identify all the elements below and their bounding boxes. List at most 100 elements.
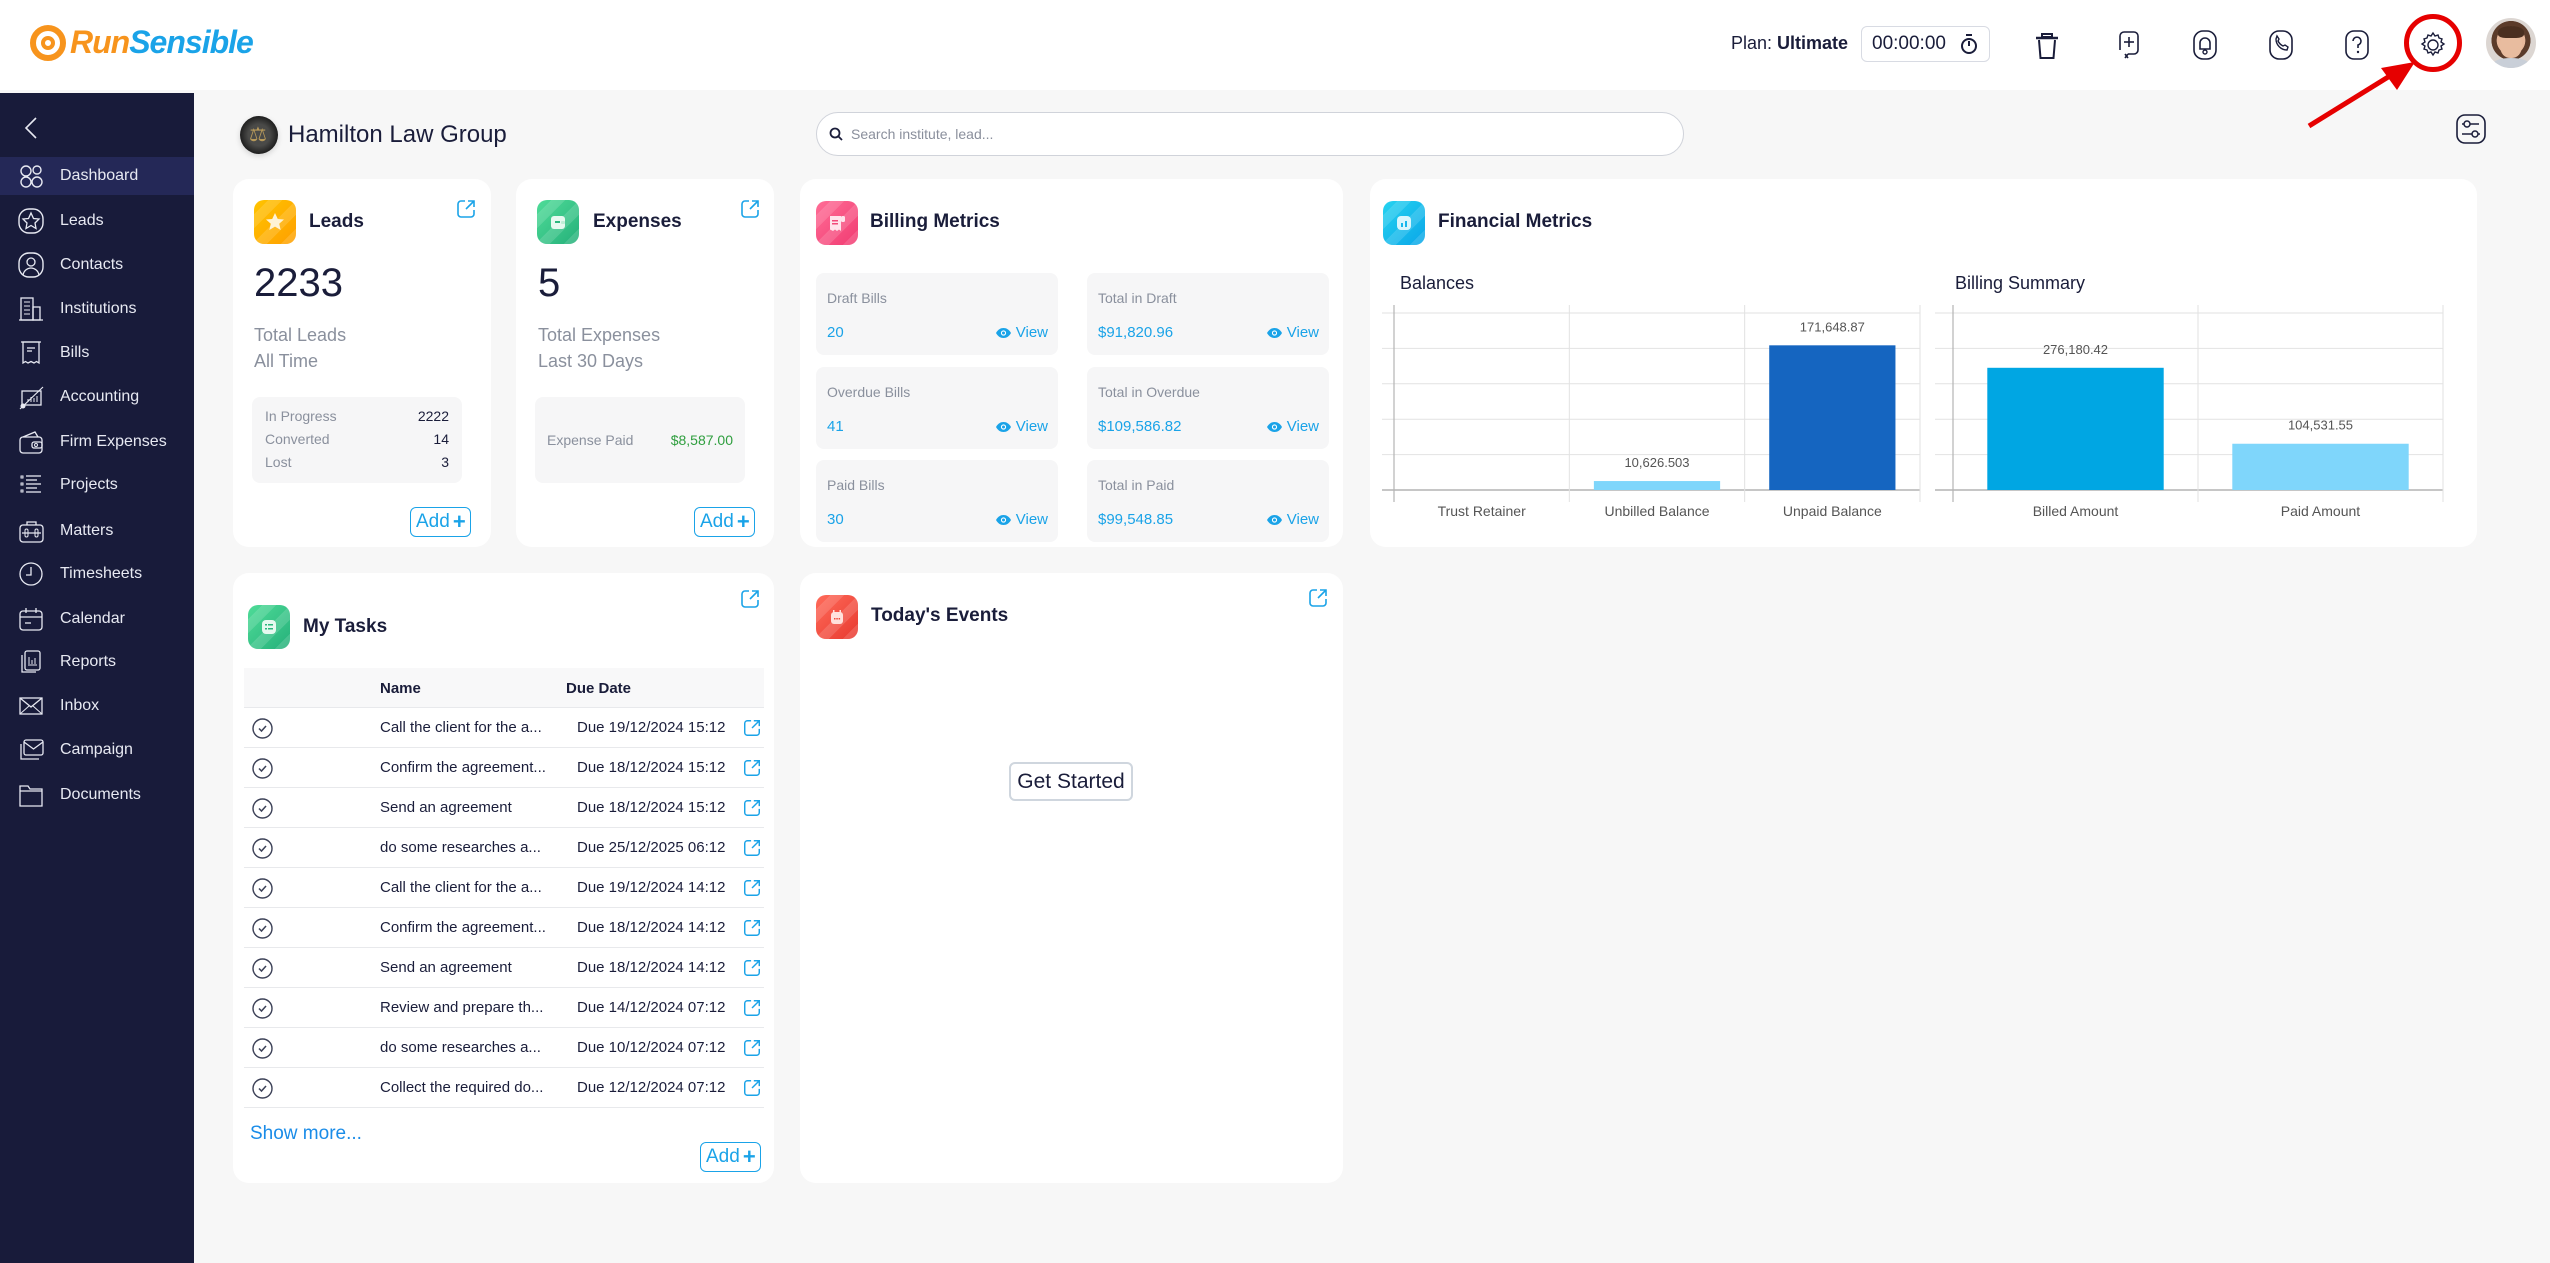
user-avatar[interactable] — [2486, 18, 2536, 68]
add-task-button-card[interactable]: Add + — [700, 1142, 761, 1172]
external-link-icon[interactable] — [742, 718, 762, 738]
leads-card-icon — [254, 200, 296, 244]
external-link-icon[interactable] — [742, 838, 762, 858]
task-row[interactable]: Send an agreement Due 18/12/2024 15:12 — [244, 788, 764, 828]
add-lead-button[interactable]: Add + — [410, 507, 471, 537]
tasks-open-link[interactable] — [739, 588, 761, 610]
runsensible-logo[interactable]: RunSensible — [30, 24, 254, 61]
wallet-icon — [16, 427, 46, 457]
task-row[interactable]: Send an agreement Due 18/12/2024 14:12 — [244, 948, 764, 988]
complete-task-icon[interactable] — [252, 798, 273, 819]
external-link-icon[interactable] — [742, 1038, 762, 1058]
external-link-icon[interactable] — [742, 998, 762, 1018]
sidebar-item-leads[interactable]: Leads — [0, 202, 194, 240]
task-row[interactable]: Review and prepare th... Due 14/12/2024 0… — [244, 988, 764, 1028]
events-open-link[interactable] — [1307, 587, 1329, 609]
task-name[interactable]: do some researches a... — [380, 1039, 541, 1056]
sidebar-item-bills[interactable]: Bills — [0, 334, 194, 372]
plan-indicator: Plan: Ultimate — [1731, 33, 1848, 54]
complete-task-icon[interactable] — [252, 958, 273, 979]
task-name[interactable]: Call the client for the a... — [380, 719, 542, 736]
receipt-icon — [16, 338, 46, 368]
external-link-icon[interactable] — [742, 758, 762, 778]
sidebar-item-contacts[interactable]: Contacts — [0, 246, 194, 284]
external-link-icon[interactable] — [742, 878, 762, 898]
view-link[interactable]: View — [1266, 418, 1319, 435]
bar-unbilled-balance[interactable] — [1593, 481, 1721, 490]
bar-billed-amount[interactable] — [1987, 367, 2164, 490]
task-row[interactable]: Confirm the agreement... Due 18/12/2024 1… — [244, 748, 764, 788]
external-link-icon[interactable] — [742, 918, 762, 938]
expense-paid-box: Expense Paid $8,587.00 — [535, 397, 745, 483]
timer-button[interactable]: 00:00:00 — [1861, 26, 1990, 62]
sidebar-item-institutions[interactable]: Institutions — [0, 290, 194, 328]
get-started-button[interactable]: Get Started — [1009, 762, 1133, 801]
complete-task-icon[interactable] — [252, 998, 273, 1019]
task-row[interactable]: do some researches a... Due 10/12/2024 07… — [244, 1028, 764, 1068]
task-row[interactable]: do some researches a... Due 25/12/2025 06… — [244, 828, 764, 868]
add-expense-button[interactable]: Add + — [694, 507, 755, 537]
view-link[interactable]: View — [1266, 324, 1319, 341]
sidebar-item-timesheets[interactable]: Timesheets — [0, 555, 194, 593]
task-name[interactable]: Send an agreement — [380, 959, 512, 976]
sidebar-item-firm-expenses[interactable]: Firm Expenses — [0, 423, 194, 461]
show-more-tasks-link[interactable]: Show more... — [250, 1123, 362, 1145]
expenses-open-link[interactable] — [739, 198, 761, 220]
billing-tile-value: $109,586.82 — [1098, 418, 1182, 435]
wallet-icon — [551, 216, 565, 229]
sidebar-item-documents[interactable]: Documents — [0, 776, 194, 814]
view-link[interactable]: View — [1266, 511, 1319, 528]
task-name[interactable]: Review and prepare th... — [380, 999, 543, 1016]
complete-task-icon[interactable] — [252, 918, 273, 939]
my-tasks-title: My Tasks — [303, 616, 388, 637]
expense-paid-label: Expense Paid — [547, 432, 634, 448]
task-name[interactable]: Send an agreement — [380, 799, 512, 816]
sidebar-item-reports[interactable]: Reports — [0, 643, 194, 681]
complete-task-icon[interactable] — [252, 758, 273, 779]
view-link[interactable]: View — [995, 418, 1048, 435]
task-name[interactable]: Call the client for the a... — [380, 879, 542, 896]
sidebar-item-campaign[interactable]: Campaign — [0, 731, 194, 769]
task-row[interactable]: Call the client for the a... Due 19/12/20… — [244, 868, 764, 908]
sidebar-item-matters[interactable]: Matters — [0, 512, 194, 550]
complete-task-icon[interactable] — [252, 838, 273, 859]
top-bar: RunSensible Plan: Ultimate 00:00:00 — [0, 0, 2550, 90]
sidebar-item-dashboard[interactable]: Dashboard — [0, 157, 194, 195]
search-input[interactable] — [851, 126, 1651, 142]
task-row[interactable]: Collect the required do... Due 12/12/2024… — [244, 1068, 764, 1108]
external-link-icon[interactable] — [742, 1078, 762, 1098]
leads-stats-box: In Progress 2222 Converted 14 Lost 3 — [252, 397, 462, 483]
trash-button[interactable] — [2025, 23, 2069, 67]
billing-tile-value: $99,548.85 — [1098, 511, 1174, 528]
task-name[interactable]: Collect the required do... — [380, 1079, 543, 1096]
task-name[interactable]: Confirm the agreement... — [380, 919, 546, 936]
complete-task-icon[interactable] — [252, 1038, 273, 1059]
sidebar-item-accounting[interactable]: Accounting — [0, 378, 194, 416]
collapse-sidebar-icon[interactable] — [20, 113, 44, 143]
complete-task-icon[interactable] — [252, 1078, 273, 1099]
view-link[interactable]: View — [995, 511, 1048, 528]
task-row[interactable]: Confirm the agreement... Due 18/12/2024 1… — [244, 908, 764, 948]
sidebar-item-projects[interactable]: Projects — [0, 466, 194, 504]
sidebar-item-inbox[interactable]: Inbox — [0, 687, 194, 725]
billing-tile-value: $91,820.96 — [1098, 324, 1174, 341]
sidebar-item-calendar[interactable]: Calendar — [0, 600, 194, 638]
complete-task-icon[interactable] — [252, 718, 273, 739]
view-link[interactable]: View — [995, 324, 1048, 341]
dashboard-settings-icon[interactable] — [2455, 113, 2487, 145]
notifications-button[interactable] — [2183, 23, 2227, 67]
leads-open-link[interactable] — [455, 198, 477, 220]
external-link-icon[interactable] — [742, 958, 762, 978]
phone-button[interactable] — [2259, 23, 2303, 67]
complete-task-icon[interactable] — [252, 878, 273, 899]
billing-tile-total-in-draft: Total in Draft $91,820.96 View — [1087, 273, 1329, 355]
external-link-icon[interactable] — [742, 798, 762, 818]
bar-unpaid-balance[interactable] — [1769, 345, 1896, 490]
task-row[interactable]: Call the client for the a... Due 19/12/20… — [244, 708, 764, 748]
bar-paid-amount[interactable] — [2232, 443, 2409, 490]
add-task-button[interactable] — [2107, 23, 2151, 67]
task-name[interactable]: Confirm the agreement... — [380, 759, 546, 776]
search-bar[interactable] — [816, 112, 1684, 156]
task-due-date: Due 19/12/2024 14:12 — [577, 879, 726, 896]
task-name[interactable]: do some researches a... — [380, 839, 541, 856]
